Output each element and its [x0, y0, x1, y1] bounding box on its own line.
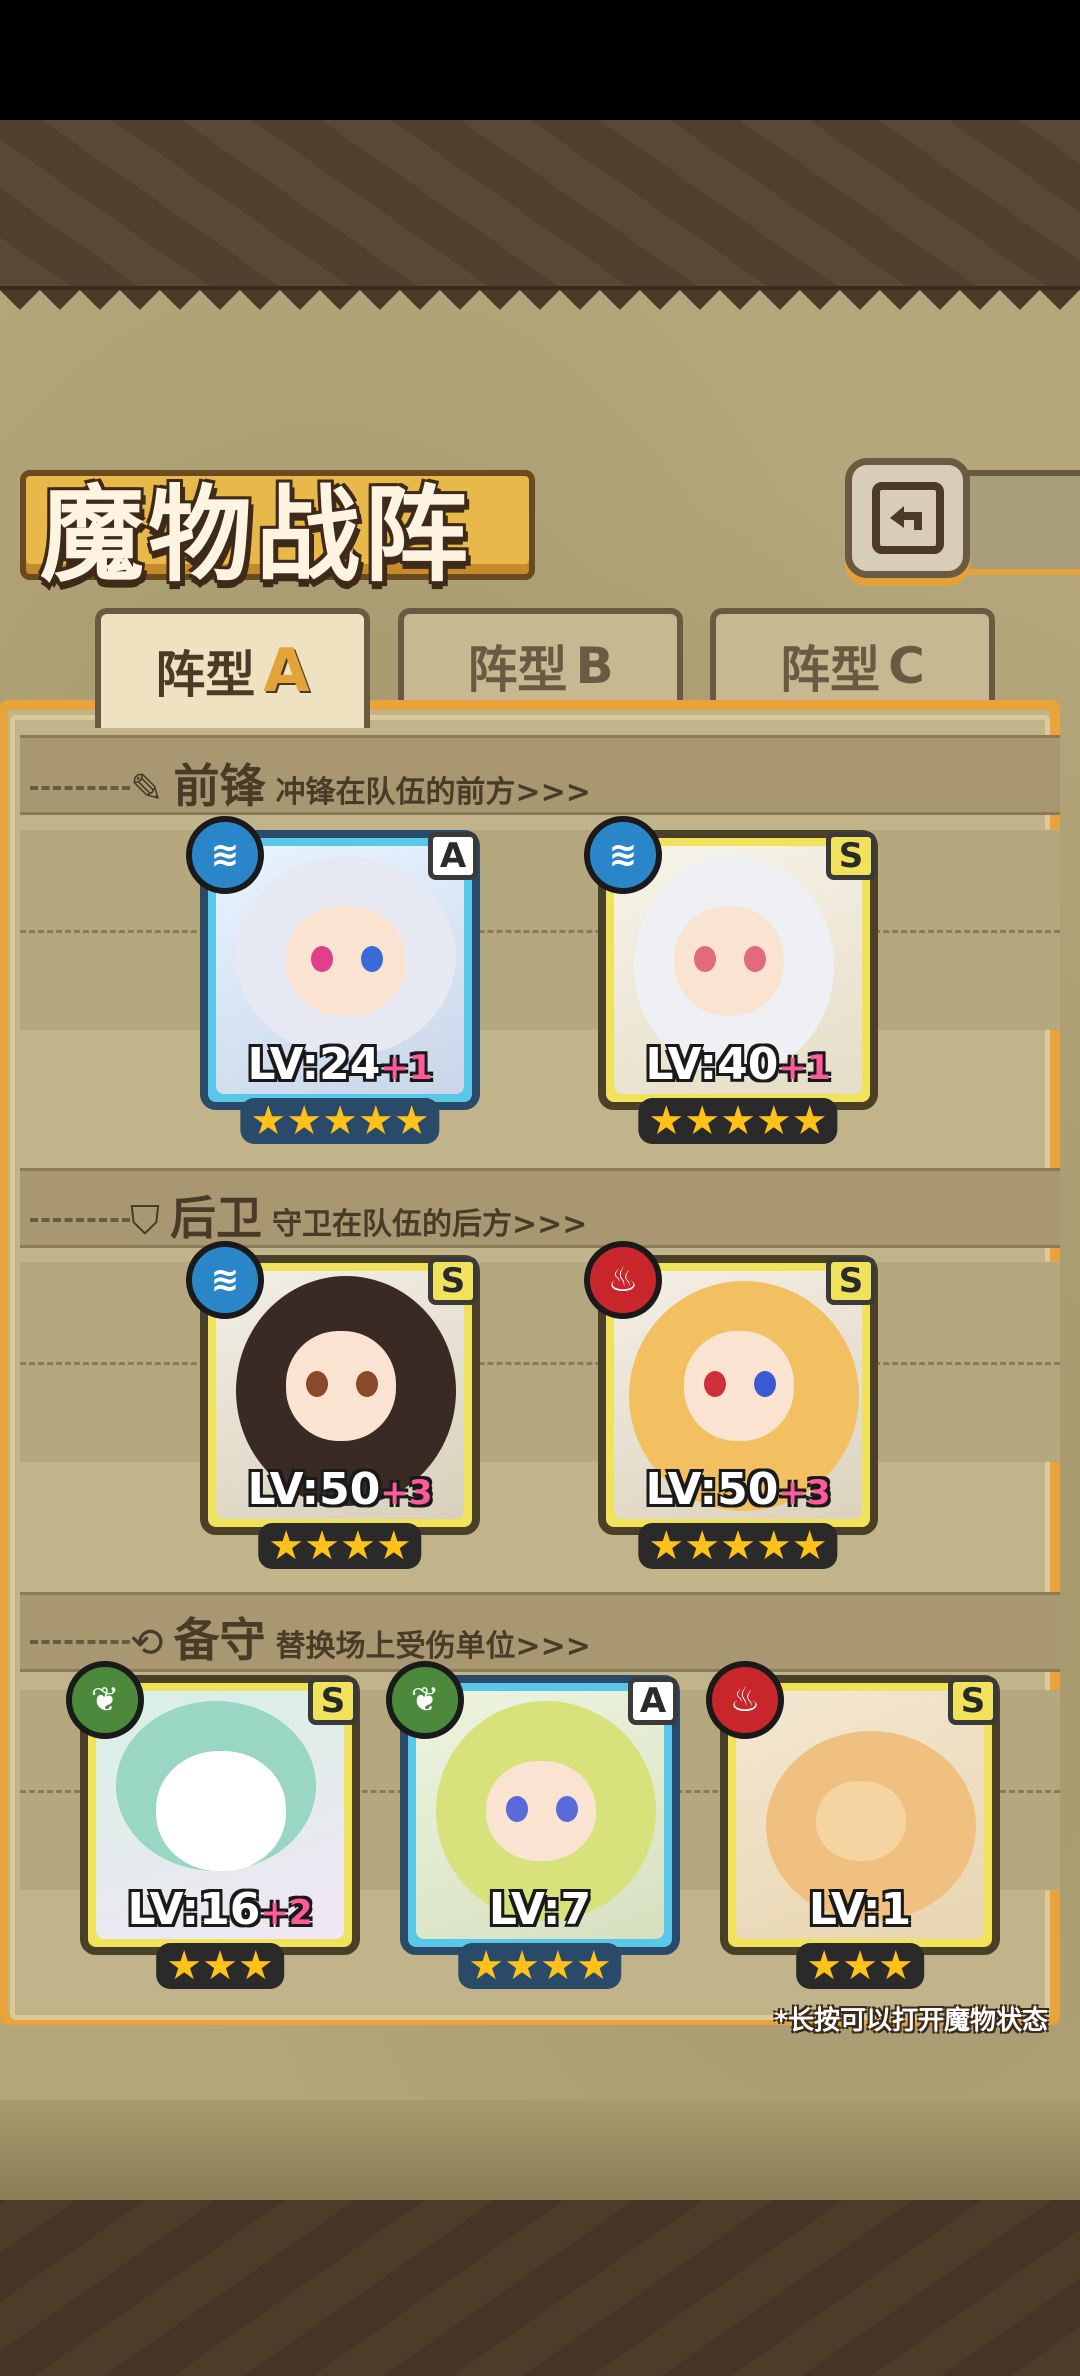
rank-badge: S	[826, 1257, 876, 1305]
map-background-top	[0, 120, 1080, 290]
tab-letter: B	[575, 637, 614, 695]
water-element-icon: ≋	[584, 816, 662, 894]
divider	[30, 786, 130, 790]
long-press-hint: *长按可以打开魔物状态	[774, 2006, 1048, 2036]
monster-card[interactable]: S ≋ LV:50+3 ★★★★	[186, 1241, 480, 1569]
return-arrow-icon	[871, 482, 944, 554]
monster-card[interactable]: S ♨ LV:50+3 ★★★★★	[584, 1241, 878, 1569]
rank-badge: A	[628, 1677, 678, 1725]
level-label: LV:1	[808, 1884, 912, 1935]
monster-card[interactable]: A ≋ LV:24+1 ★★★★★	[186, 816, 480, 1144]
star-rating: ★★★★★	[638, 1098, 838, 1144]
page-title: 魔物战阵	[40, 474, 473, 596]
level-label: LV:16+2	[127, 1884, 313, 1935]
map-background-bottom	[0, 2200, 1080, 2376]
fire-element-icon: ♨	[706, 1661, 784, 1739]
level-label: LV:40+1	[645, 1039, 831, 1090]
tab-letter: C	[888, 637, 925, 695]
section-header-reserve: ⟲ 备守 替换场上受伤单位>>>	[130, 1604, 591, 1670]
star-rating: ★★★★★	[638, 1523, 838, 1569]
star-rating: ★★★	[796, 1943, 924, 1989]
divider	[30, 1218, 130, 1222]
water-element-icon: ≋	[186, 1241, 264, 1319]
monster-card[interactable]: S ≋ LV:40+1 ★★★★★	[584, 816, 878, 1144]
slot-row-front	[20, 830, 1060, 1030]
section-header-back: ⛉ 后卫 守卫在队伍的后方>>>	[130, 1182, 587, 1248]
level-label: LV:50+3	[645, 1464, 831, 1515]
rank-badge: S	[948, 1677, 998, 1725]
rank-badge: A	[428, 832, 478, 880]
star-rating: ★★★★★	[240, 1098, 440, 1144]
back-button-strip	[960, 470, 1080, 575]
section-title: 前锋	[173, 759, 266, 813]
shield-icon: ⛉	[130, 1198, 160, 1244]
tab-label: 阵型	[780, 641, 881, 699]
tab-formation-a[interactable]: 阵型 A	[95, 608, 370, 728]
fire-element-icon: ♨	[584, 1241, 662, 1319]
monster-card[interactable]: A ❦ LV:7 ★★★★	[386, 1661, 680, 1989]
star-rating: ★★★★	[258, 1523, 422, 1569]
water-element-icon: ≋	[186, 816, 264, 894]
tab-label: 阵型	[155, 646, 256, 704]
back-button[interactable]	[845, 458, 970, 578]
section-subtitle: 替换场上受伤单位>>>	[275, 1629, 591, 1664]
tab-label: 阵型	[467, 641, 568, 699]
sword-icon: ✎	[130, 766, 164, 812]
level-label: LV:50+3	[247, 1464, 433, 1515]
torn-edge-bottom	[0, 2100, 1080, 2200]
rank-badge: S	[428, 1257, 478, 1305]
slot-row-back	[20, 1262, 1060, 1462]
swap-icon: ⟲	[130, 1620, 164, 1666]
divider	[30, 1640, 130, 1644]
level-label: LV:7	[488, 1884, 592, 1935]
star-rating: ★★★★	[458, 1943, 622, 1989]
level-label: LV:24+1	[247, 1039, 433, 1090]
star-rating: ★★★	[156, 1943, 284, 1989]
section-subtitle: 冲锋在队伍的前方>>>	[275, 775, 591, 810]
tab-letter: A	[263, 636, 310, 706]
rank-badge: S	[826, 832, 876, 880]
torn-edge-top	[0, 290, 1080, 330]
section-header-front: ✎ 前锋 冲锋在队伍的前方>>>	[130, 750, 591, 816]
section-subtitle: 守卫在队伍的后方>>>	[272, 1207, 588, 1242]
rank-badge: S	[308, 1677, 358, 1725]
section-title: 后卫	[170, 1191, 262, 1245]
monster-card[interactable]: S ♨ LV:1 ★★★	[706, 1661, 1000, 1989]
status-bar	[0, 0, 1080, 120]
section-title: 备守	[173, 1613, 266, 1667]
leaf-element-icon: ❦	[66, 1661, 144, 1739]
leaf-element-icon: ❦	[386, 1661, 464, 1739]
monster-card[interactable]: S ❦ LV:16+2 ★★★	[66, 1661, 360, 1989]
